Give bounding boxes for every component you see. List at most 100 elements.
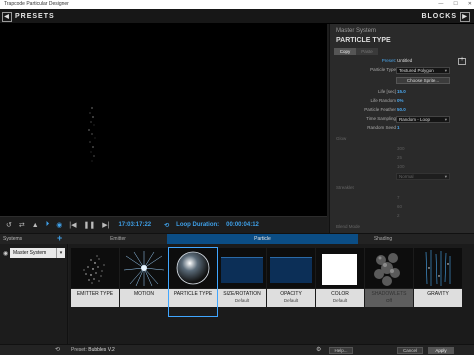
copy-button[interactable]: Copy bbox=[334, 48, 356, 55]
block-size-rotation[interactable]: SIZE/ROTATION Default bbox=[218, 248, 266, 316]
inspector-section: Master System bbox=[336, 28, 377, 34]
particle-type-label: Particle Type bbox=[370, 67, 396, 72]
particle-type-thumbnail bbox=[169, 248, 217, 288]
particle-type-select[interactable]: Textured Polygon ▾ bbox=[396, 67, 450, 74]
paste-button[interactable]: Paste bbox=[356, 48, 378, 55]
life-row: Life [sec] 15.0 bbox=[330, 88, 474, 96]
add-system-icon[interactable]: + bbox=[57, 234, 62, 243]
random-seed-value[interactable]: 1 bbox=[397, 124, 400, 132]
gravity-thumbnail bbox=[414, 248, 462, 288]
reset-icon[interactable]: ↺ bbox=[6, 221, 12, 229]
blocks-label[interactable]: BLOCKS bbox=[421, 13, 457, 20]
block-opacity[interactable]: OPACITY Default bbox=[267, 248, 315, 316]
chevron-down-icon: ▾ bbox=[444, 117, 447, 122]
swap-icon[interactable]: ⇄ bbox=[19, 221, 25, 229]
block-label: EMITTER TYPE bbox=[71, 289, 119, 307]
glow-section-label: Glow bbox=[336, 136, 347, 141]
timecode: 17:03:17:22 bbox=[118, 222, 152, 228]
presets-label[interactable]: PRESETS bbox=[15, 13, 55, 20]
skip-forward-icon[interactable]: ▶| bbox=[102, 221, 109, 229]
block-label: OPACITY Default bbox=[267, 289, 315, 307]
undo-icon[interactable]: ⟲ bbox=[55, 346, 60, 353]
streaklet-row-1: 7 bbox=[330, 194, 474, 202]
eye-icon[interactable]: ◉ bbox=[56, 221, 62, 229]
glow-row-1: 300 bbox=[330, 145, 474, 153]
choose-sprite-button[interactable]: Choose Sprite... bbox=[396, 77, 450, 84]
blocks-toggle[interactable]: BLOCKS ▶ bbox=[421, 11, 470, 22]
inspector-panel: Master System PARTICLE TYPE Copy Paste P… bbox=[329, 24, 474, 233]
glow-row-2: 25 bbox=[330, 154, 474, 162]
preset-status-label: Preset: bbox=[71, 347, 87, 353]
minimize-icon[interactable]: — bbox=[438, 0, 443, 9]
preset-value: Untitled bbox=[397, 58, 413, 63]
glow-value-3[interactable]: 100 bbox=[397, 163, 405, 171]
block-motion[interactable]: MOTION bbox=[120, 248, 168, 316]
systems-panel: ◉ Master System ▾ bbox=[0, 244, 68, 344]
time-sampling-value: Random - Loop bbox=[399, 117, 431, 122]
glow-value-1[interactable]: 300 bbox=[397, 145, 405, 153]
apply-button[interactable]: Apply bbox=[428, 347, 454, 354]
streaklet-row-2: 60 bbox=[330, 203, 474, 211]
preset-label: Preset: bbox=[381, 58, 396, 63]
warning-icon[interactable]: ▲ bbox=[32, 222, 39, 229]
block-particle-type[interactable]: PARTICLE TYPE bbox=[168, 247, 218, 317]
block-shadowlets[interactable]: SHADOWLETS Off bbox=[365, 248, 413, 316]
color-thumbnail bbox=[316, 248, 364, 288]
inspector-title: PARTICLE TYPE bbox=[336, 37, 391, 44]
time-sampling-select[interactable]: Random - Loop ▾ bbox=[396, 116, 450, 123]
system-name[interactable]: Master System bbox=[10, 248, 56, 258]
emitter-thumbnail bbox=[71, 248, 119, 288]
feather-value[interactable]: 50.0 bbox=[397, 106, 406, 114]
streaklet-section-label: Streaklet bbox=[336, 185, 354, 190]
presets-toggle[interactable]: ◀ PRESETS bbox=[2, 11, 55, 22]
maximize-icon[interactable]: ☐ bbox=[453, 0, 457, 9]
life-random-label: Life Random bbox=[370, 98, 396, 103]
skip-back-icon[interactable]: |◀ bbox=[69, 221, 76, 229]
eye-icon[interactable]: ◉ bbox=[3, 250, 8, 257]
blend-mode-label: Blend Mode bbox=[336, 224, 361, 229]
particle-preview bbox=[88, 107, 96, 162]
preset-status: Preset: Bubbles V.2 bbox=[71, 347, 115, 353]
block-color[interactable]: COLOR Default bbox=[316, 248, 364, 316]
time-sampling-label: Time Sampling bbox=[366, 116, 396, 121]
motion-thumbnail bbox=[120, 248, 168, 288]
streaklet-value-1[interactable]: 7 bbox=[397, 194, 400, 202]
save-preset-icon[interactable] bbox=[458, 56, 466, 65]
life-value[interactable]: 15.0 bbox=[397, 88, 406, 96]
glow-blend-select[interactable]: Normal ▾ bbox=[396, 173, 450, 180]
gear-icon[interactable]: ⚙ bbox=[316, 346, 321, 353]
streaklet-value-2[interactable]: 60 bbox=[397, 203, 402, 211]
loop-icon[interactable]: ⟲ bbox=[164, 222, 169, 229]
glow-row-3: 100 bbox=[330, 163, 474, 171]
chevron-down-icon: ▾ bbox=[444, 174, 447, 179]
preset-row: Preset: Untitled bbox=[330, 57, 474, 65]
pause-icon[interactable]: ❚❚ bbox=[84, 221, 96, 229]
window-title: Trapcode Particular Designer bbox=[4, 1, 69, 7]
feather-label: Particle Feather bbox=[364, 107, 396, 112]
life-random-value[interactable]: 0% bbox=[397, 97, 404, 105]
systems-label: Systems bbox=[3, 236, 23, 242]
particle-type-value: Textured Polygon bbox=[399, 68, 434, 73]
size-rotation-thumbnail bbox=[218, 248, 266, 288]
help-button[interactable]: Help... bbox=[329, 347, 353, 354]
streaklet-value-3[interactable]: 2 bbox=[397, 212, 400, 220]
opacity-thumbnail bbox=[267, 248, 315, 288]
block-label: PARTICLE TYPE bbox=[169, 289, 217, 307]
blocks-panel: EMITTER TYPE MOTION PARTICLE TYPE SIZE/R… bbox=[69, 244, 474, 344]
block-gravity[interactable]: GRAVITY bbox=[414, 248, 462, 316]
glow-value-2[interactable]: 25 bbox=[397, 154, 402, 162]
cancel-button[interactable]: Cancel bbox=[397, 347, 423, 354]
block-emitter-type[interactable]: EMITTER TYPE bbox=[71, 248, 119, 316]
chevron-down-icon[interactable]: ▾ bbox=[56, 248, 65, 258]
play-mode-icon[interactable]: ⏵ bbox=[46, 221, 50, 229]
block-label: GRAVITY bbox=[414, 289, 462, 307]
chevron-left-icon[interactable]: ◀ bbox=[2, 11, 12, 22]
preview-viewport[interactable] bbox=[0, 24, 327, 216]
close-icon[interactable]: ✕ bbox=[468, 0, 472, 9]
window-titlebar: Trapcode Particular Designer — ☐ ✕ bbox=[0, 0, 474, 9]
life-random-row: Life Random 0% bbox=[330, 97, 474, 105]
loop-duration-value[interactable]: 00:00:04:12 bbox=[226, 222, 259, 228]
life-label: Life [sec] bbox=[377, 89, 396, 94]
loop-duration-label: Loop Duration: bbox=[176, 222, 220, 228]
chevron-right-icon[interactable]: ▶ bbox=[460, 11, 470, 22]
